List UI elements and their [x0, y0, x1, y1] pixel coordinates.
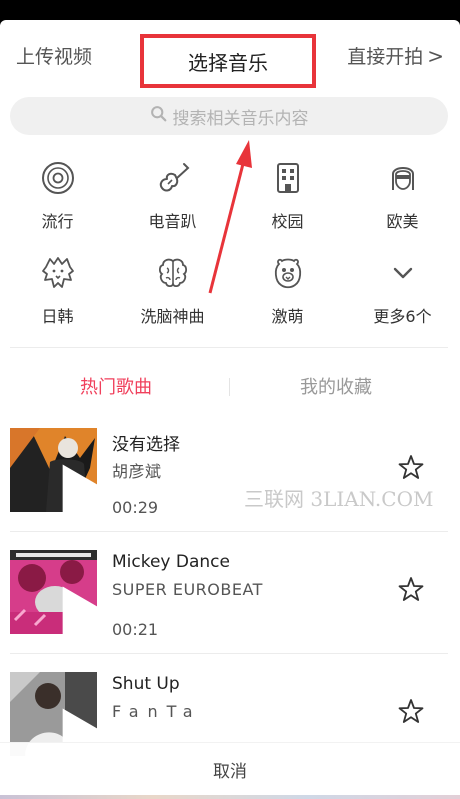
chevron-right-icon: > [427, 43, 444, 68]
search-icon [150, 105, 167, 127]
category-label: 洗脑神曲 [140, 307, 205, 326]
chevron-down-icon [383, 253, 423, 293]
tab-hot-songs[interactable]: 热门歌曲 [80, 373, 152, 399]
song-duration: 00:29 [112, 498, 159, 517]
category-label: 激萌 [271, 307, 304, 326]
shoot-directly-button[interactable]: 直接开拍 > [347, 42, 444, 69]
category-label: 欧美 [386, 212, 419, 231]
building-icon [268, 158, 308, 198]
row-separator [10, 531, 448, 532]
song-artist: FanTa [112, 702, 202, 721]
song-title: Shut Up [112, 674, 180, 694]
status-bar [0, 0, 460, 20]
tab-divider [229, 378, 230, 396]
tab-bar: 热门歌曲 我的收藏 [0, 365, 460, 405]
upload-video-button[interactable]: 上传视频 [16, 42, 92, 69]
star-icon[interactable] [398, 698, 424, 724]
row-separator [10, 653, 448, 654]
song-title: 没有选择 [112, 435, 180, 455]
music-picker-sheet: 上传视频 选择音乐 直接开拍 > 搜索相关音乐内容 流行 电音趴 校园 欧美 日… [0, 20, 460, 795]
cancel-button[interactable]: 取消 [0, 742, 460, 795]
category-jp-kr[interactable]: 日韩 [0, 253, 115, 327]
category-label: 日韩 [41, 307, 74, 326]
list-item[interactable]: 没有选择 胡彦斌 00:29 [0, 420, 460, 540]
lion-icon [38, 253, 78, 293]
shoot-directly-label: 直接开拍 [347, 46, 424, 68]
page-title: 选择音乐 [140, 34, 316, 88]
woman-face-icon [383, 158, 423, 198]
album-cover [10, 550, 97, 634]
cute-animal-icon [268, 253, 308, 293]
category-more[interactable]: 更多6个 [345, 253, 460, 327]
annotation-arrow [208, 140, 252, 294]
album-cover [10, 428, 97, 512]
category-label: 电音趴 [148, 212, 197, 231]
search-input[interactable]: 搜索相关音乐内容 [10, 97, 448, 135]
page-title-text: 选择音乐 [188, 50, 268, 75]
brain-icon [153, 253, 193, 293]
star-icon[interactable] [398, 454, 424, 480]
header: 上传视频 选择音乐 直接开拍 > [0, 20, 460, 90]
play-icon[interactable] [45, 580, 97, 634]
play-icon[interactable] [45, 458, 97, 512]
song-duration: 00:21 [112, 620, 159, 639]
song-artist: SUPER EUROBEAT [112, 580, 263, 599]
category-western[interactable]: 欧美 [345, 158, 460, 232]
bottom-strip [0, 795, 460, 799]
category-label: 更多6个 [373, 307, 432, 326]
star-icon[interactable] [398, 576, 424, 602]
list-item[interactable]: Mickey Dance SUPER EUROBEAT 00:21 [0, 542, 460, 662]
divider [10, 347, 448, 348]
watermark: 三联网 3LIAN.COM [244, 487, 434, 511]
song-title: Mickey Dance [112, 552, 230, 572]
search-placeholder: 搜索相关音乐内容 [172, 108, 309, 129]
tab-my-favorites[interactable]: 我的收藏 [300, 373, 372, 399]
song-artist: 胡彦斌 [112, 462, 162, 481]
category-pop[interactable]: 流行 [0, 158, 115, 232]
vinyl-disc-icon [38, 158, 78, 198]
guitar-icon [153, 158, 193, 198]
category-label: 流行 [41, 212, 74, 231]
category-label: 校园 [271, 212, 304, 231]
cancel-label: 取消 [213, 761, 247, 782]
